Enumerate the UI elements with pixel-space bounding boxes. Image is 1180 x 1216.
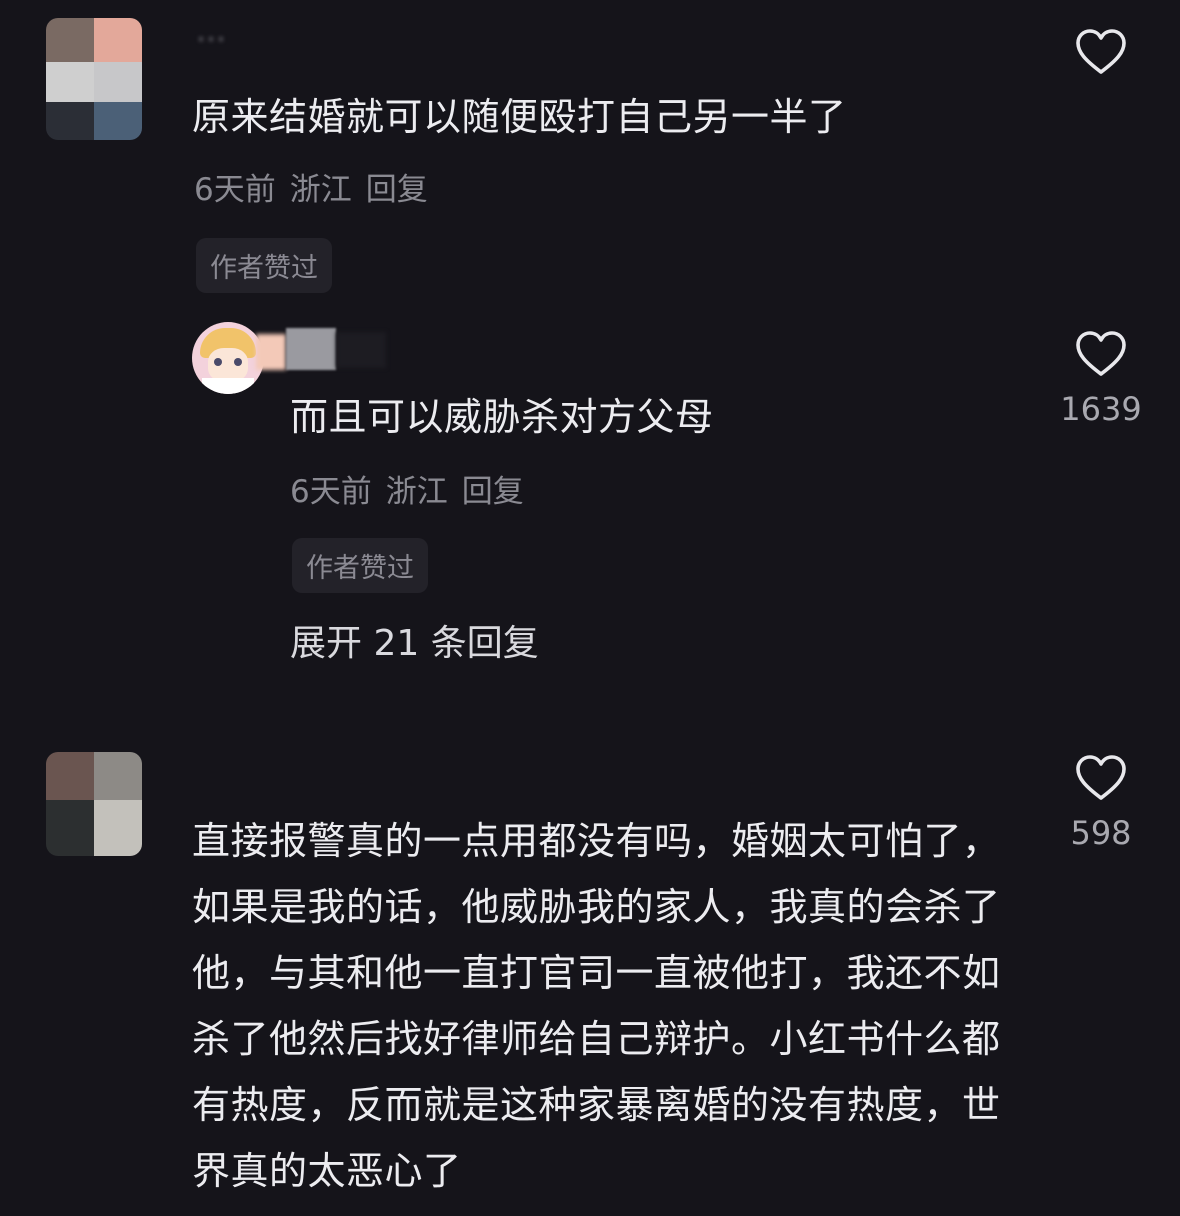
comment-meta: 6天前 浙江 回复	[194, 164, 442, 209]
comment-text: 而且可以威胁杀对方父母	[290, 395, 714, 439]
comment-time: 6天前	[290, 474, 372, 510]
reply-button[interactable]: 回复	[366, 172, 428, 208]
username[interactable]: …	[196, 14, 226, 49]
reply-button[interactable]: 回复	[462, 474, 524, 510]
avatar[interactable]	[46, 18, 142, 140]
comment-time: 6天前	[194, 172, 276, 208]
heart-outline-icon	[1076, 331, 1126, 376]
comment-location: 浙江	[385, 474, 448, 510]
author-liked-badge: 作者赞过	[196, 238, 332, 293]
comment-location: 浙江	[289, 172, 352, 208]
heart-outline-icon	[1076, 29, 1126, 74]
avatar[interactable]	[192, 322, 264, 394]
like-button[interactable]	[1056, 28, 1146, 102]
comment-text: 直接报警真的一点用都没有吗，婚姻太可怕了，如果是我的话，他威胁我的家人，我真的会…	[192, 819, 1001, 1193]
author-liked-badge: 作者赞过	[292, 538, 428, 593]
avatar[interactable]	[46, 752, 142, 856]
like-button[interactable]: 598	[1056, 754, 1146, 852]
comment-text: 原来结婚就可以随便殴打自己另一半了	[192, 95, 847, 139]
like-count: 598	[1070, 814, 1132, 852]
expand-replies-button[interactable]: 展开 21 条回复	[290, 614, 539, 666]
like-count: 1639	[1060, 390, 1142, 428]
comment-meta: 6天前 浙江 回复	[290, 466, 538, 511]
like-button[interactable]: 1639	[1056, 330, 1146, 428]
heart-outline-icon	[1076, 755, 1126, 800]
username-blur	[256, 328, 386, 372]
